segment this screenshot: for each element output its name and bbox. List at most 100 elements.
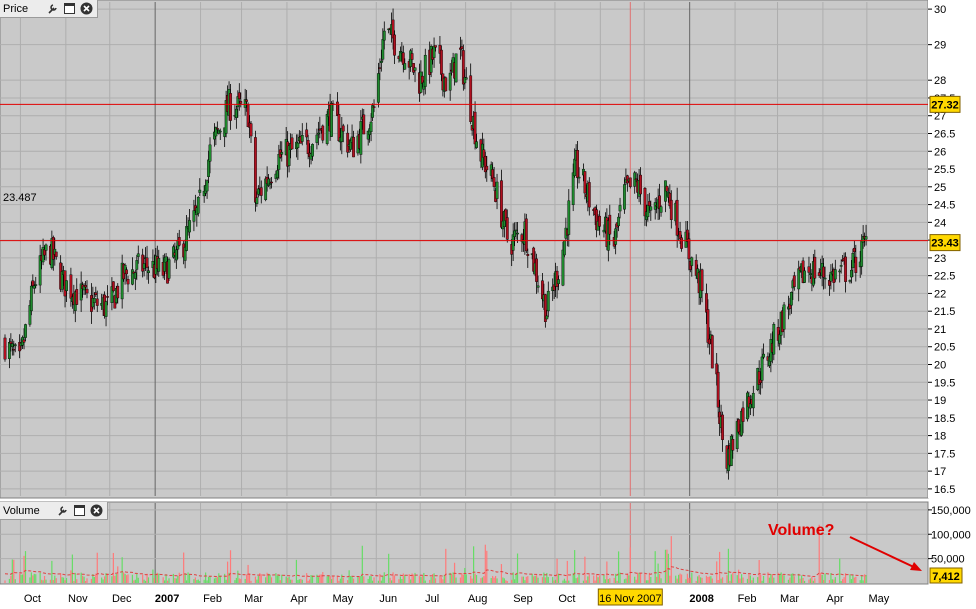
volume-bar [424,580,426,583]
volume-bar [707,576,709,583]
volume-bar [639,573,642,583]
volume-bar [64,580,66,583]
volume-bar [823,579,825,583]
volume-bar [234,580,236,583]
volume-bar [8,578,10,583]
volume-bar [301,579,303,583]
volume-bar [710,576,712,583]
volume-bar [336,576,339,583]
volume-bar [474,573,476,583]
volume-bar [587,576,589,583]
volume-bar [257,576,259,583]
window-icon[interactable] [63,2,76,15]
volume-tick-label: 150,000 [931,505,971,517]
volume-bar [658,574,661,583]
wrench-icon[interactable] [46,2,59,15]
volume-bar [351,576,353,583]
volume-bar [443,574,445,583]
price-tick-label: 19 [934,395,946,407]
volume-bar [21,574,24,583]
volume-bar [770,573,772,583]
volume-bar [349,575,352,583]
volume-bar [307,580,309,583]
crosshair-price-label: 23.487 [3,192,37,204]
volume-bar [32,575,34,583]
volume-bar [645,580,648,583]
volume-bar [541,577,544,583]
volume-bar [556,558,558,583]
volume-bar [675,575,677,583]
volume-bar [30,572,32,583]
volume-bar [276,575,278,583]
close-icon[interactable] [90,504,103,517]
volume-bar [127,574,129,583]
volume-bar [584,556,586,583]
volume-bar [629,547,631,583]
volume-bar [306,573,308,583]
price-candle [710,334,714,369]
volume-bar [852,574,854,583]
volume-pane-bg[interactable] [0,501,929,585]
volume-bar [521,576,523,583]
volume-bar [575,578,577,583]
chart-canvas: 23.487 16.5 17 17.5 18 18.5 19 19.5 20 20.5 21 21.… [0,0,976,606]
volume-bar [588,574,590,583]
volume-bar [691,572,693,583]
volume-bar [749,575,751,583]
price-tick-label: 25.5 [934,164,955,176]
volume-bar [455,577,457,583]
volume-bar [609,578,611,583]
volume-bar [112,552,114,583]
volume-bar [49,579,51,583]
price-candle [563,240,566,258]
volume-bar [808,579,810,583]
volume-bar [187,572,189,583]
volume-bar [418,576,421,583]
volume-bar [500,564,503,583]
volume-bar [698,575,700,583]
volume-bar [752,577,754,583]
volume-bar [295,559,298,583]
volume-bar [843,577,845,583]
volume-bar [300,578,302,583]
price-candle [454,53,458,83]
volume-bar [781,574,784,583]
volume-bar [86,578,88,583]
volume-bar [224,573,226,583]
volume-bar [650,576,652,583]
volume-bar [152,569,154,583]
volume-bar [790,573,792,583]
volume-bar [328,575,330,583]
volume-bar [462,574,464,583]
volume-bar [606,561,608,583]
volume-bar [543,572,545,583]
volume-bar [604,579,607,583]
volume-bar [308,579,311,583]
x-tick-label: Apr [826,593,843,605]
volume-bar [625,578,627,583]
volume-bar [761,580,763,583]
close-icon[interactable] [80,2,93,15]
price-candle [524,213,528,254]
volume-bar [566,560,568,583]
volume-bar [13,559,15,583]
volume-bar [377,580,380,583]
price-tick-label: 21 [934,324,946,336]
volume-bar [452,572,454,583]
volume-bar [486,550,488,583]
wrench-icon[interactable] [56,504,69,517]
price-candle [330,101,333,138]
volume-bar [613,577,615,583]
volume-bar [525,576,527,583]
window-icon[interactable] [73,504,86,517]
volume-bar [484,544,486,583]
volume-bar [859,580,861,583]
volume-bar [535,575,538,583]
price-pane-title: Price [3,2,29,15]
price-tick-label: 25 [934,182,946,194]
volume-bar [213,578,216,583]
volume-bar [840,581,842,583]
price-tick-label: 26 [934,146,946,158]
volume-bar [634,576,636,583]
volume-bar [101,577,103,583]
